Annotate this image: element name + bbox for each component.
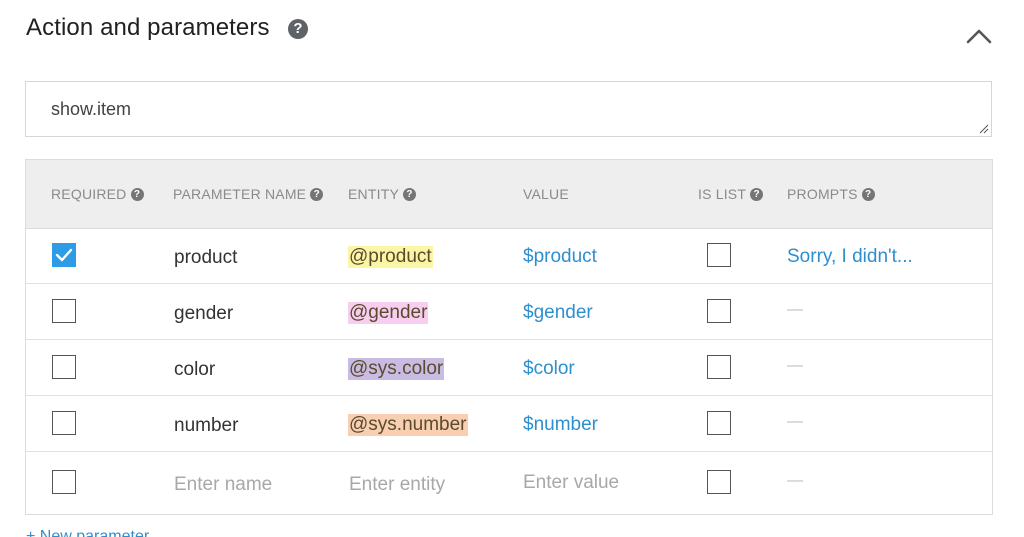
- required-checkbox[interactable]: [52, 299, 76, 323]
- table-row: color @sys.color $color —: [26, 340, 992, 396]
- table-row: gender @gender $gender —: [26, 284, 992, 340]
- header-value-label: VALUE: [523, 186, 569, 202]
- required-checkbox[interactable]: [52, 355, 76, 379]
- required-checkbox[interactable]: [52, 470, 76, 494]
- header-entity: ENTITY ?: [348, 186, 416, 202]
- header-prompts: PROMPTS ?: [787, 186, 875, 202]
- question-circle-icon[interactable]: ?: [130, 187, 144, 201]
- question-circle-icon[interactable]: ?: [288, 19, 308, 39]
- is-list-checkbox[interactable]: [707, 470, 731, 494]
- value-input[interactable]: [523, 472, 673, 494]
- header-entity-label: ENTITY: [348, 186, 399, 202]
- is-list-checkbox[interactable]: [707, 411, 731, 435]
- is-list-checkbox[interactable]: [707, 243, 731, 267]
- header-required: REQUIRED ?: [51, 186, 144, 202]
- header-is-list-label: IS LIST: [698, 186, 747, 202]
- parameter-name-input[interactable]: [174, 474, 324, 496]
- entity-chip[interactable]: @sys.number: [348, 414, 468, 436]
- entity-chip[interactable]: @gender: [348, 302, 429, 324]
- header-prompts-label: PROMPTS: [787, 186, 858, 202]
- prompts-empty[interactable]: —: [787, 413, 803, 431]
- header-parameter-name: PARAMETER NAME ?: [173, 186, 324, 202]
- table-row: number @sys.number $number —: [26, 396, 992, 452]
- prompts-empty[interactable]: —: [787, 357, 803, 375]
- table-row: product @product $product Sorry, I didn'…: [26, 228, 992, 284]
- is-list-checkbox[interactable]: [707, 299, 731, 323]
- is-list-checkbox[interactable]: [707, 355, 731, 379]
- header-parameter-name-label: PARAMETER NAME: [173, 186, 307, 202]
- action-parameters-panel: Action and parameters ? REQUIRED ? PARAM…: [0, 0, 1024, 537]
- header-value: VALUE: [523, 186, 569, 202]
- question-circle-icon[interactable]: ?: [402, 187, 416, 201]
- prompts-empty[interactable]: —: [787, 301, 803, 319]
- question-circle-icon[interactable]: ?: [750, 187, 764, 201]
- required-checkbox[interactable]: [52, 411, 76, 435]
- new-parameter-row: —: [26, 452, 992, 512]
- action-input[interactable]: [51, 99, 951, 120]
- parameter-name[interactable]: number: [174, 415, 238, 437]
- entity-input[interactable]: [349, 474, 499, 496]
- checkmark-icon: [55, 248, 73, 262]
- parameter-name[interactable]: product: [174, 247, 237, 269]
- chevron-up-icon: [966, 29, 992, 44]
- parameter-name[interactable]: gender: [174, 303, 233, 325]
- parameter-value[interactable]: $number: [523, 414, 598, 436]
- required-checkbox[interactable]: [52, 243, 76, 267]
- prompts-empty[interactable]: —: [787, 472, 803, 490]
- new-parameter-link[interactable]: + New parameter: [26, 528, 149, 537]
- header-is-list: IS LIST ?: [698, 186, 764, 202]
- entity-chip[interactable]: @product: [348, 246, 433, 268]
- parameter-value[interactable]: $color: [523, 358, 575, 380]
- header-required-label: REQUIRED: [51, 186, 127, 202]
- question-circle-icon[interactable]: ?: [310, 187, 324, 201]
- table-header: REQUIRED ? PARAMETER NAME ? ENTITY ? VAL…: [26, 160, 992, 229]
- prompts-link[interactable]: Sorry, I didn't...: [787, 246, 913, 268]
- section-title: Action and parameters: [26, 14, 270, 41]
- entity-chip[interactable]: @sys.color: [348, 358, 445, 380]
- collapse-button[interactable]: [962, 22, 996, 50]
- parameter-value[interactable]: $product: [523, 246, 597, 268]
- parameter-value[interactable]: $gender: [523, 302, 593, 324]
- action-field-container: [25, 81, 992, 137]
- parameter-name[interactable]: color: [174, 359, 215, 381]
- question-circle-icon[interactable]: ?: [861, 187, 875, 201]
- parameters-table: REQUIRED ? PARAMETER NAME ? ENTITY ? VAL…: [25, 159, 993, 515]
- resize-grip-icon[interactable]: [979, 124, 989, 134]
